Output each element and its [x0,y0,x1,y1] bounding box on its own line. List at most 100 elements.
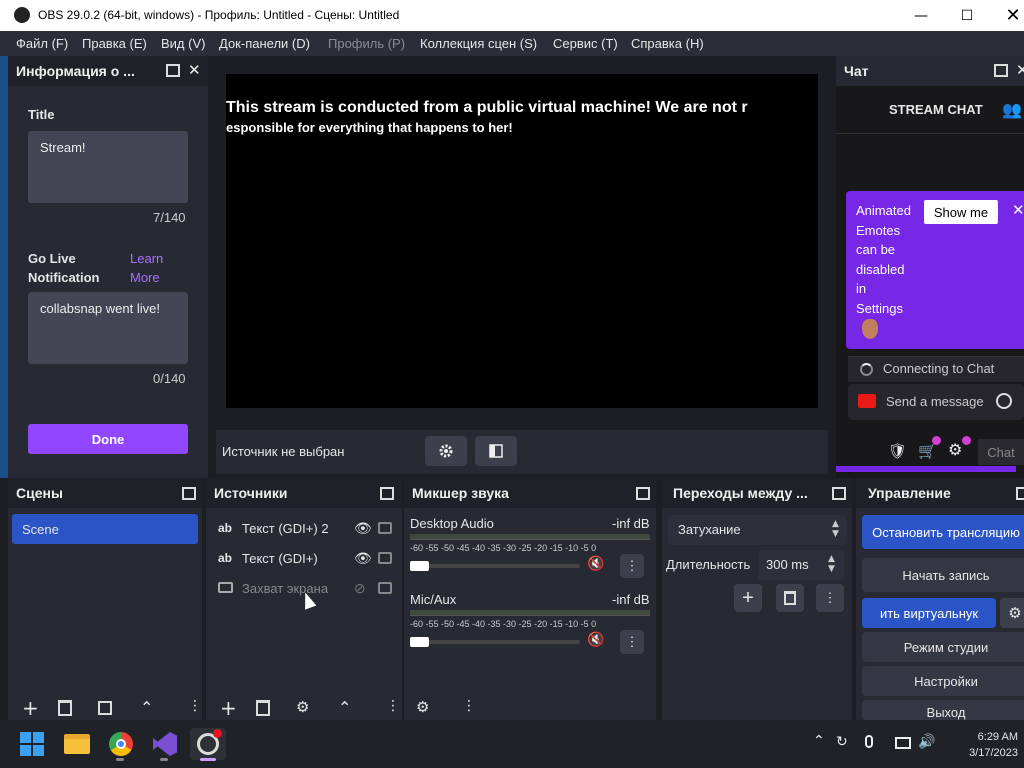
settings-button[interactable]: Настройки [862,666,1024,696]
volume-slider-handle[interactable] [410,561,429,571]
more-icon[interactable]: ⋮ [386,698,400,714]
transition-menu-button[interactable]: ⋮ [816,584,844,612]
close-button[interactable]: ✕ [990,0,1024,31]
clock[interactable]: 6:29 AM 3/17/2023 [940,729,1018,761]
audio-mixer-dock: Микшер звука Desktop Audio -inf dB -60 -… [404,478,656,720]
obs-taskbar-icon[interactable] [190,728,226,760]
eye-icon[interactable]: 👁 [354,520,378,537]
clock-date: 3/17/2023 [969,747,1018,759]
chat-dock-title: Чат [844,63,869,79]
popup-close-icon[interactable]: ✕ [1012,201,1024,219]
filter-icon[interactable] [98,701,112,715]
menu-file[interactable]: Файл (F) [16,36,68,51]
float-icon[interactable] [380,487,394,500]
studio-mode-button[interactable]: Режим студии [862,632,1024,662]
add-icon[interactable]: + [220,696,237,720]
mixer-dock-header: Микшер звука [404,478,656,508]
volume-slider[interactable] [410,564,580,568]
maximize-button[interactable]: ☐ [944,0,990,31]
spinner-arrows-icon[interactable]: ▲ ▼ [828,554,835,574]
menu-help[interactable]: Справка (H) [631,36,704,51]
start-recording-button[interactable]: Начать запись [862,558,1024,592]
display-icon[interactable] [895,737,911,749]
more-icon[interactable]: ⋮ [188,698,202,714]
file-explorer-icon[interactable] [59,728,95,760]
exit-button[interactable]: Выход [862,700,1024,720]
source-properties-button[interactable] [425,436,467,466]
channel-menu-button[interactable]: ⋮ [620,554,644,578]
muted-speaker-icon[interactable]: 🔇 [587,632,604,648]
preview-canvas[interactable]: This stream is conducted from a public v… [226,74,818,408]
remove-transition-button[interactable] [776,584,804,612]
float-icon[interactable] [1016,487,1024,500]
menu-view[interactable]: Вид (V) [161,36,205,51]
done-button[interactable]: Done [28,424,188,454]
virtual-camera-settings-button[interactable]: ⚙ [1000,598,1024,628]
visual-studio-icon[interactable] [147,728,183,760]
float-icon[interactable] [166,64,180,77]
menu-tools[interactable]: Сервис (T) [553,36,618,51]
float-icon[interactable] [636,487,650,500]
golive-input[interactable]: collabsnap went live! [28,292,188,364]
menu-profile[interactable]: Профиль (P) [328,36,405,51]
trash-icon[interactable] [256,700,270,716]
mixer-title: Микшер звука [412,485,509,501]
source-filters-button[interactable] [475,436,517,466]
tray-chevron-icon[interactable]: ⌃ [813,733,825,749]
volume-icon[interactable]: 🔊 [918,734,935,750]
up-icon[interactable]: ⌃ [338,698,351,717]
trash-icon[interactable] [58,700,72,716]
transition-select[interactable]: Затухание ▲ ▼ [668,515,846,545]
muted-speaker-icon[interactable]: 🔇 [587,556,604,572]
show-me-button[interactable]: Show me [924,200,998,224]
scenes-title: Сцены [16,485,63,501]
sync-icon[interactable]: ↻ [836,734,848,750]
emoji-icon[interactable] [996,393,1012,409]
text-source-icon: ab [218,551,233,565]
minimize-button[interactable]: — [898,0,944,31]
gear-icon[interactable]: ⚙ [296,698,309,716]
learn-more-line2: More [130,270,160,285]
settings-gear-icon[interactable]: ⚙ [948,440,962,459]
users-icon[interactable]: 👥 [1002,100,1022,119]
lock-icon[interactable] [378,522,392,534]
lock-icon[interactable] [378,582,392,594]
volume-slider-handle[interactable] [410,637,429,647]
advanced-audio-gear-icon[interactable]: ⚙ [416,698,429,716]
more-icon[interactable]: ⋮ [462,698,476,714]
lock-icon[interactable] [378,552,392,564]
up-icon[interactable]: ⌃ [140,698,153,717]
virtual-camera-button[interactable]: ить виртуальнук [862,598,996,628]
float-icon[interactable] [994,64,1008,77]
close-icon[interactable]: ✕ [1016,61,1024,79]
menu-edit[interactable]: Правка (E) [82,36,147,51]
stop-streaming-button[interactable]: Остановить трансляцию [862,515,1024,549]
send-message-input[interactable]: Send a message [848,384,1024,420]
chrome-icon[interactable] [103,728,139,760]
channel-menu-button[interactable]: ⋮ [620,630,644,654]
start-recording-label: Начать запись [902,567,990,583]
channel-level: -inf dB [612,516,650,531]
add-transition-button[interactable]: + [734,584,762,612]
chat-purple-strip [836,466,1016,472]
shield-icon[interactable]: 🛡 [888,442,907,460]
menu-scene-collection[interactable]: Коллекция сцен (S) [420,36,537,51]
learn-more-link[interactable]: Learn More [130,249,163,287]
float-icon[interactable] [182,487,196,500]
scene-name: Scene [22,521,59,537]
add-icon[interactable]: + [22,696,39,720]
title-input[interactable]: Stream! [28,131,188,203]
source-row[interactable]: ab Текст (GDI+) 👁 [218,543,398,573]
close-icon[interactable]: ✕ [188,61,201,79]
microphone-icon[interactable] [865,735,873,748]
chat-button[interactable]: Chat [978,439,1024,465]
menu-docks[interactable]: Док-панели (D) [219,36,310,51]
eye-icon[interactable]: 👁 [354,550,378,567]
source-row[interactable]: ab Текст (GDI+) 2 👁 [218,513,398,543]
scene-item[interactable]: Scene [12,514,198,544]
eye-hidden-icon[interactable]: ⊘ [354,580,378,597]
float-icon[interactable] [832,487,846,500]
volume-slider[interactable] [410,640,580,644]
duration-input[interactable]: 300 ms ▲ ▼ [758,550,844,580]
start-button[interactable] [14,728,50,760]
